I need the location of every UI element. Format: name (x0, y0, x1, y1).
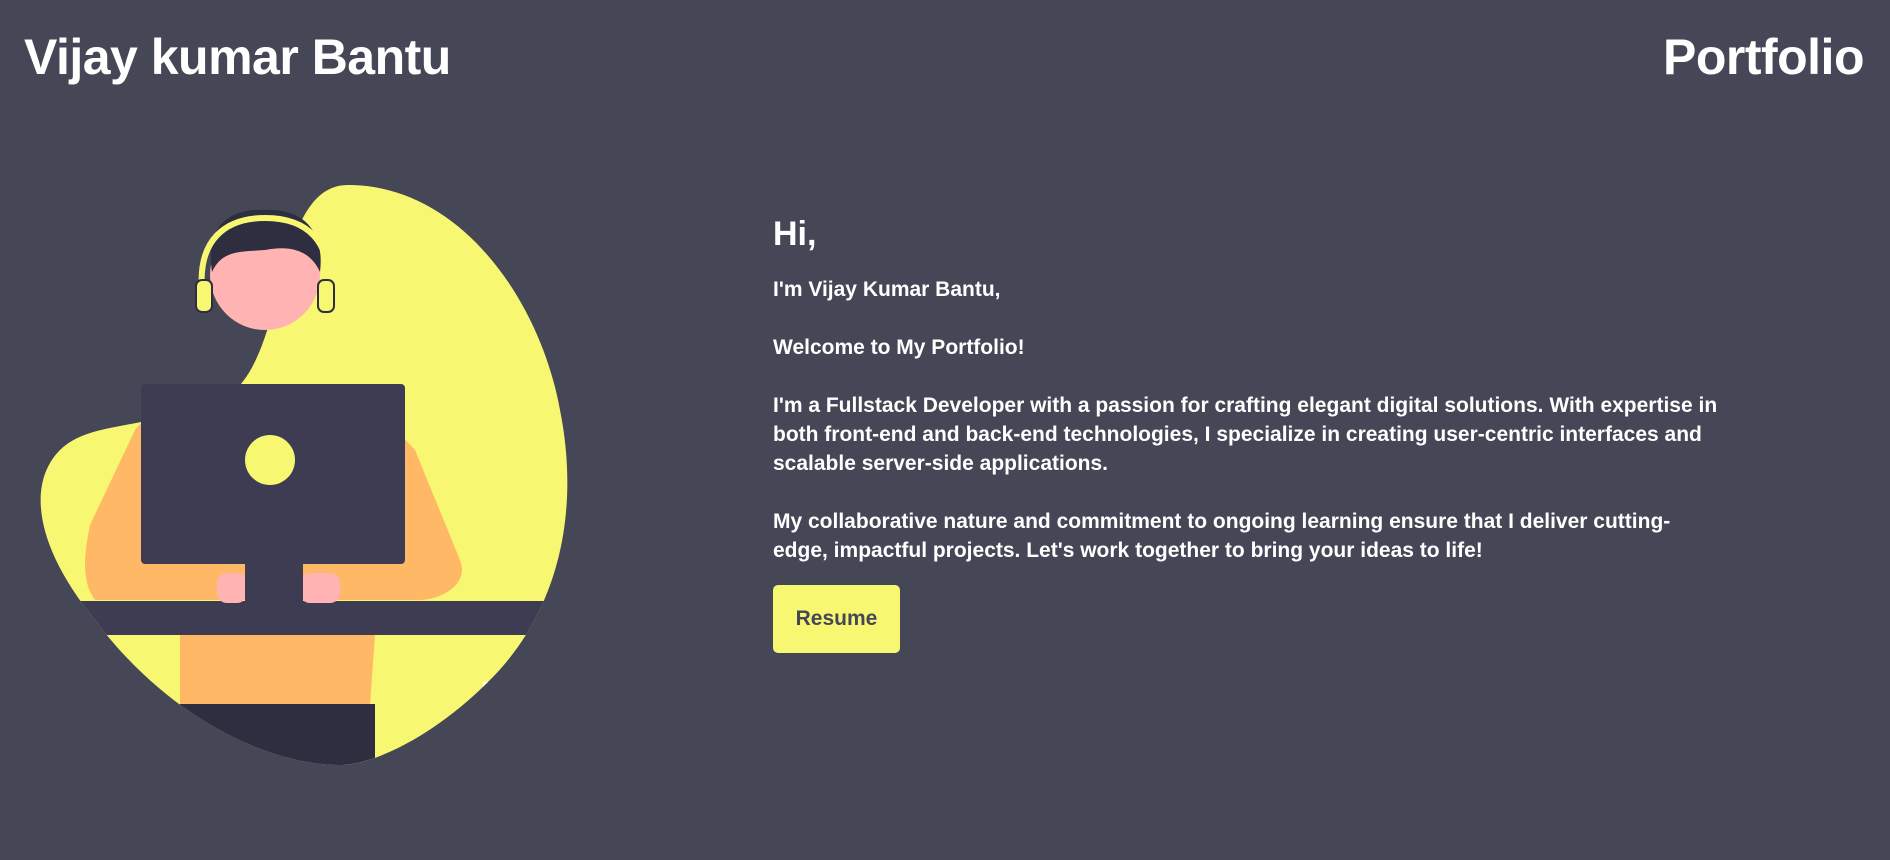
greeting-heading: Hi, (773, 215, 817, 253)
laptop-stand (245, 564, 303, 604)
desk-shape (40, 601, 568, 635)
about-paragraph-2: My collaborative nature and commitment t… (773, 509, 1671, 562)
resume-button[interactable]: Resume (773, 584, 900, 653)
person-left-hand (217, 573, 247, 603)
site-owner-name: Vijay kumar Bantu (24, 29, 451, 85)
portfolio-title: Portfolio (1662, 29, 1865, 85)
laptop-logo-circle (245, 435, 295, 485)
developer-illustration (40, 185, 568, 765)
welcome-text: Welcome to My Portfolio! (773, 335, 1025, 359)
headphones-right-ear (317, 279, 335, 313)
person-lower-torso (180, 635, 375, 705)
desk-shelf-line (483, 682, 568, 690)
headphones-left-ear (195, 279, 213, 313)
intro-name-line: I'm Vijay Kumar Bantu, (773, 277, 1001, 301)
desk-drawer-shape (483, 692, 568, 765)
intro-section: Hi, I'm Vijay Kumar Bantu, Welcome to My… (773, 214, 1723, 653)
portfolio-page: Vijay kumar Bantu Portfolio Hi, I'm Vija… (0, 0, 1890, 860)
person-right-hand (300, 573, 340, 603)
person-pants (180, 704, 375, 765)
about-paragraph-1: I'm a Fullstack Developer with a passion… (773, 393, 1718, 475)
